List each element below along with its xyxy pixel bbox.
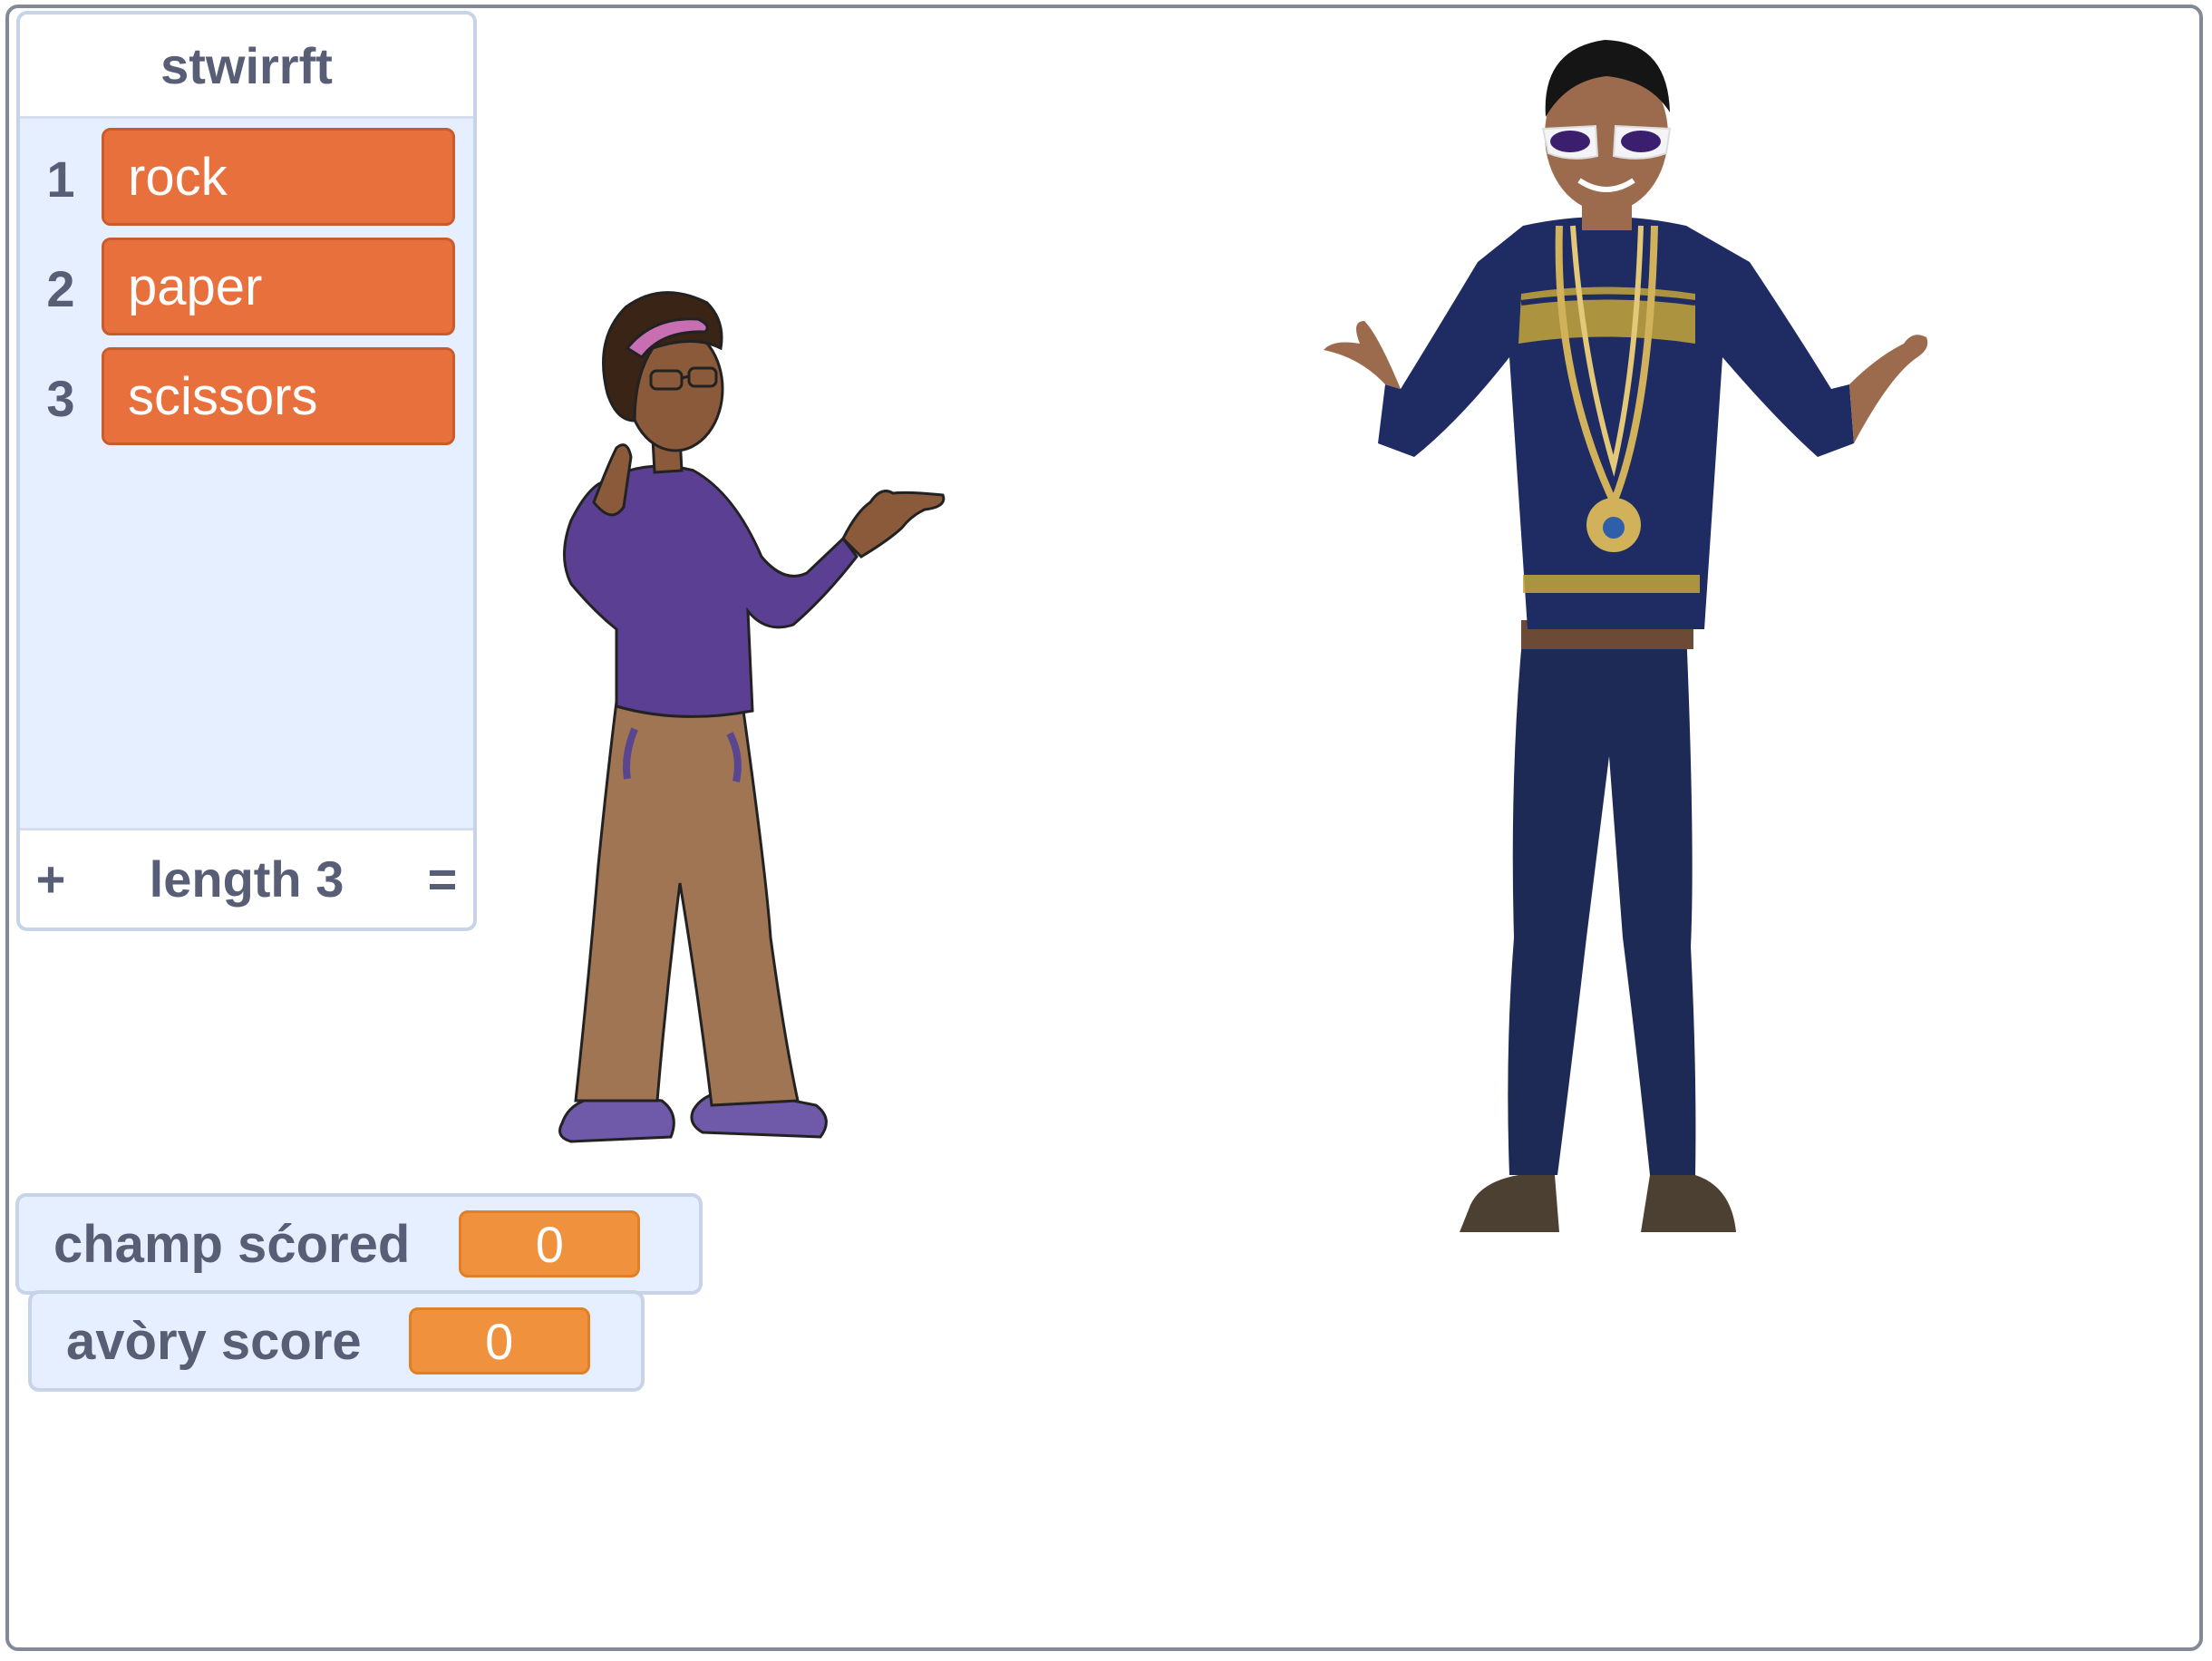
list-item[interactable]: 3 scissors	[20, 347, 473, 457]
variable-monitor-avory-score[interactable]: avòry score 0	[28, 1290, 645, 1392]
resize-handle[interactable]: =	[424, 850, 461, 908]
list-title: stwirrft	[20, 15, 473, 119]
variable-label: avòry score	[66, 1311, 362, 1371]
list-item-index: 3	[46, 369, 75, 427]
list-item[interactable]: 2 paper	[20, 238, 473, 347]
list-item-value[interactable]: paper	[102, 238, 455, 335]
list-length: length 3	[149, 850, 344, 908]
variable-monitor-champ-score[interactable]: champ sćored 0	[15, 1193, 703, 1295]
list-item-value[interactable]: scissors	[102, 347, 455, 445]
add-item-button[interactable]: +	[33, 850, 69, 908]
list-rows: 1 rock 2 paper 3 scissors	[20, 119, 473, 457]
variable-value: 0	[459, 1210, 641, 1277]
list-footer: + length 3 =	[20, 828, 473, 928]
list-item-value[interactable]: rock	[102, 128, 455, 226]
photo-boy-sprite[interactable]	[1324, 31, 2049, 1237]
list-item[interactable]: 1 rock	[20, 128, 473, 238]
stage[interactable]: stwirrft 1 rock 2 paper 3 scissors + len…	[5, 5, 2203, 1651]
cartoon-girl-sprite[interactable]	[544, 285, 979, 1169]
variable-value: 0	[408, 1307, 590, 1374]
variable-label: champ sćored	[53, 1214, 411, 1274]
list-item-index: 1	[46, 150, 75, 208]
list-item-index: 2	[46, 259, 75, 317]
list-monitor[interactable]: stwirrft 1 rock 2 paper 3 scissors + len…	[16, 11, 477, 931]
